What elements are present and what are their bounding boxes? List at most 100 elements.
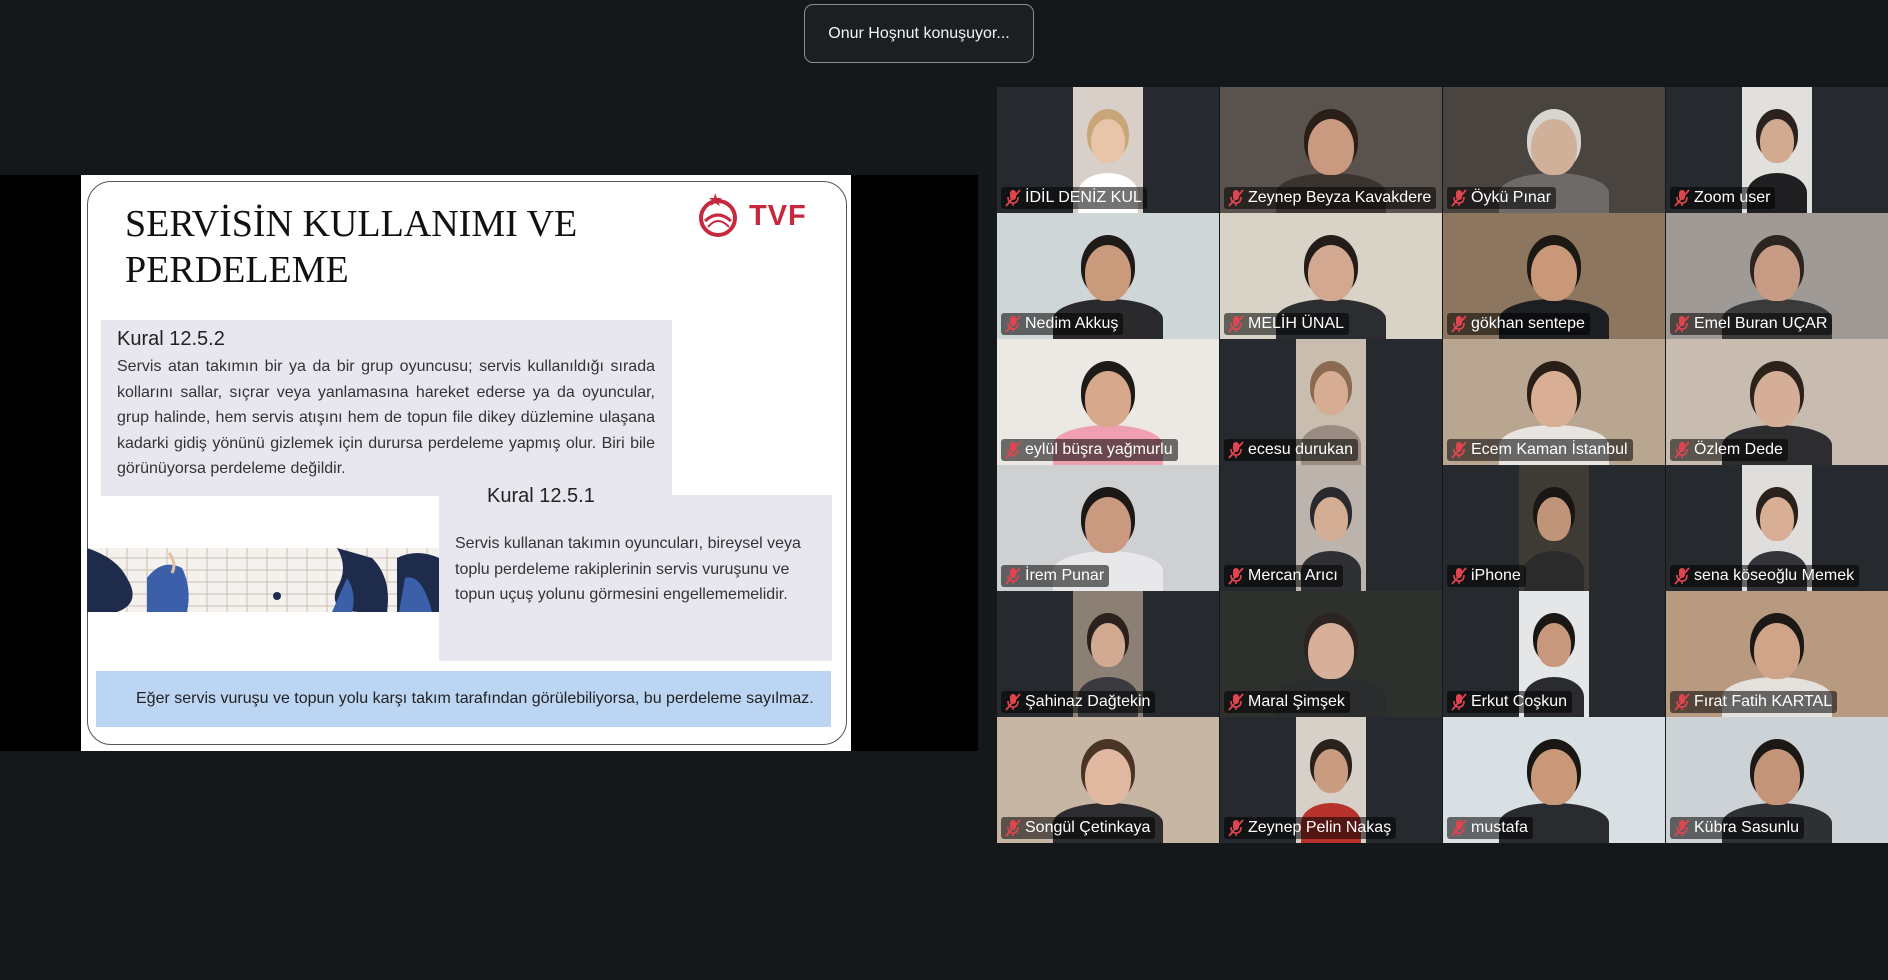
tvf-emblem-icon bbox=[699, 193, 737, 237]
participant-name-tag: Emel Buran UÇAR bbox=[1670, 313, 1833, 335]
participant-tile[interactable]: Kübra Sasunlu bbox=[1666, 717, 1888, 843]
participant-tile[interactable]: mustafa bbox=[1443, 717, 1665, 843]
rule-text: Servis kullanan takımın oyuncuları, bire… bbox=[455, 535, 801, 604]
participant-name: Emel Buran UÇAR bbox=[1694, 315, 1828, 332]
mic-muted-icon bbox=[1674, 189, 1690, 207]
participant-name-tag: Kübra Sasunlu bbox=[1670, 817, 1804, 839]
participant-name-tag: Erkut Coşkun bbox=[1447, 691, 1573, 713]
participant-face bbox=[1754, 371, 1800, 427]
participant-tile[interactable]: Emel Buran UÇAR bbox=[1666, 213, 1888, 339]
participant-name-tag: Mercan Arıcı bbox=[1224, 565, 1343, 587]
participant-face bbox=[1754, 749, 1800, 805]
participant-tile[interactable]: İrem Punar bbox=[997, 465, 1219, 591]
rule-12-5-2-box: Kural 12.5.2 Servis atan takımın bir ya … bbox=[101, 320, 672, 496]
participant-name-tag: Zoom user bbox=[1670, 187, 1776, 209]
participant-name-tag: İDİL DENİZ KUL bbox=[1001, 187, 1147, 209]
mic-muted-icon bbox=[1228, 441, 1244, 459]
participant-name-tag: ecesu durukan bbox=[1224, 439, 1358, 461]
active-speaker-indicator: Onur Hoşnut konuşuyor... bbox=[804, 4, 1034, 63]
participant-tile[interactable]: iPhone bbox=[1443, 465, 1665, 591]
participant-tile[interactable]: sena köseoğlu Memek bbox=[1666, 465, 1888, 591]
participant-tile[interactable]: Erkut Coşkun bbox=[1443, 591, 1665, 717]
participant-tile[interactable]: gökhan sentepe bbox=[1443, 213, 1665, 339]
rule-12-5-1-box: Kural 12.5.1 Servis kullanan takımın oyu… bbox=[439, 485, 832, 661]
mic-muted-icon bbox=[1674, 819, 1690, 837]
mic-muted-icon bbox=[1005, 567, 1021, 585]
participant-face bbox=[1531, 371, 1577, 427]
mic-muted-icon bbox=[1451, 189, 1467, 207]
participant-tile[interactable]: MELİH ÜNAL bbox=[1220, 213, 1442, 339]
participant-name-tag: Öykü Pınar bbox=[1447, 187, 1557, 209]
participant-name: İDİL DENİZ KUL bbox=[1025, 189, 1142, 206]
mic-muted-icon bbox=[1674, 315, 1690, 333]
slide-note: Eğer servis vuruşu ve topun yolu karşı t… bbox=[96, 671, 831, 727]
participant-name-tag: İrem Punar bbox=[1001, 565, 1110, 587]
participant-tile[interactable]: Songül Çetinkaya bbox=[997, 717, 1219, 843]
participant-face bbox=[1314, 749, 1348, 793]
mic-muted-icon bbox=[1674, 567, 1690, 585]
participant-name-tag: Şahinaz Dağtekin bbox=[1001, 691, 1156, 713]
participant-face bbox=[1085, 371, 1131, 427]
presentation-slide: SERVİSİN KULLANIMI VE PERDELEME TVF Kura… bbox=[81, 175, 851, 751]
mic-muted-icon bbox=[1228, 189, 1244, 207]
participant-tile[interactable]: Maral Şimşek bbox=[1220, 591, 1442, 717]
participant-name: Maral Şimşek bbox=[1248, 693, 1345, 710]
participant-tile[interactable]: Nedim Akkuş bbox=[997, 213, 1219, 339]
participant-tile[interactable]: Ecem Kaman İstanbul bbox=[1443, 339, 1665, 465]
mic-muted-icon bbox=[1005, 693, 1021, 711]
participant-face bbox=[1314, 371, 1348, 415]
participant-face bbox=[1537, 623, 1571, 667]
mic-muted-icon bbox=[1451, 567, 1467, 585]
participant-name-tag: iPhone bbox=[1447, 565, 1526, 587]
participant-name: Zeynep Beyza Kavakdere bbox=[1248, 189, 1432, 206]
participant-name: gökhan sentepe bbox=[1471, 315, 1585, 332]
participant-name-tag: Özlem Dede bbox=[1670, 439, 1788, 461]
participant-name-tag: Songül Çetinkaya bbox=[1001, 817, 1156, 839]
mic-muted-icon bbox=[1005, 819, 1021, 837]
participant-tile[interactable]: ecesu durukan bbox=[1220, 339, 1442, 465]
participant-tile[interactable]: Zeynep Pelin Nakaş bbox=[1220, 717, 1442, 843]
participant-name-tag: Ecem Kaman İstanbul bbox=[1447, 439, 1633, 461]
participant-name-tag: gökhan sentepe bbox=[1447, 313, 1590, 335]
participant-face bbox=[1308, 245, 1354, 301]
participant-tile[interactable]: Şahinaz Dağtekin bbox=[997, 591, 1219, 717]
participant-name: Kübra Sasunlu bbox=[1694, 819, 1799, 836]
rule-heading: Kural 12.5.2 bbox=[117, 328, 225, 350]
participant-face bbox=[1308, 623, 1354, 679]
mic-muted-icon bbox=[1005, 315, 1021, 333]
participant-name-tag: Nedim Akkuş bbox=[1001, 313, 1124, 335]
participant-tile[interactable]: Fırat Fatih KARTAL bbox=[1666, 591, 1888, 717]
mic-muted-icon bbox=[1674, 441, 1690, 459]
participant-video-grid: İDİL DENİZ KUL Zeynep Beyza Kavakdere Öykü… bbox=[997, 87, 1888, 843]
participant-tile[interactable]: Özlem Dede bbox=[1666, 339, 1888, 465]
participant-name: Ecem Kaman İstanbul bbox=[1471, 441, 1628, 458]
participant-name: Zeynep Pelin Nakaş bbox=[1248, 819, 1392, 836]
participant-face bbox=[1531, 119, 1577, 175]
tvf-logo: TVF bbox=[693, 191, 823, 241]
participant-face bbox=[1760, 119, 1794, 163]
participant-name: mustafa bbox=[1471, 819, 1528, 836]
participant-tile[interactable]: eylül büşra yağmurlu bbox=[997, 339, 1219, 465]
participant-name: eylül büşra yağmurlu bbox=[1025, 441, 1173, 458]
participant-video bbox=[1519, 465, 1589, 591]
participant-face bbox=[1537, 497, 1571, 541]
participant-tile[interactable]: Zoom user bbox=[1666, 87, 1888, 213]
volleyball-illustration bbox=[87, 548, 439, 612]
participant-name-tag: mustafa bbox=[1447, 817, 1533, 839]
participant-name: iPhone bbox=[1471, 567, 1521, 584]
participant-tile[interactable]: Mercan Arıcı bbox=[1220, 465, 1442, 591]
participant-tile[interactable]: İDİL DENİZ KUL bbox=[997, 87, 1219, 213]
participant-face bbox=[1760, 497, 1794, 541]
participant-name: Songül Çetinkaya bbox=[1025, 819, 1151, 836]
participant-name-tag: Fırat Fatih KARTAL bbox=[1670, 691, 1838, 713]
participant-name-tag: Zeynep Pelin Nakaş bbox=[1224, 817, 1397, 839]
participant-face bbox=[1314, 497, 1348, 541]
participant-face bbox=[1531, 245, 1577, 301]
mic-muted-icon bbox=[1228, 567, 1244, 585]
mic-muted-icon bbox=[1451, 693, 1467, 711]
participant-name: Şahinaz Dağtekin bbox=[1025, 693, 1151, 710]
participant-tile[interactable]: Öykü Pınar bbox=[1443, 87, 1665, 213]
participant-name-tag: Zeynep Beyza Kavakdere bbox=[1224, 187, 1437, 209]
mic-muted-icon bbox=[1005, 441, 1021, 459]
participant-tile[interactable]: Zeynep Beyza Kavakdere bbox=[1220, 87, 1442, 213]
